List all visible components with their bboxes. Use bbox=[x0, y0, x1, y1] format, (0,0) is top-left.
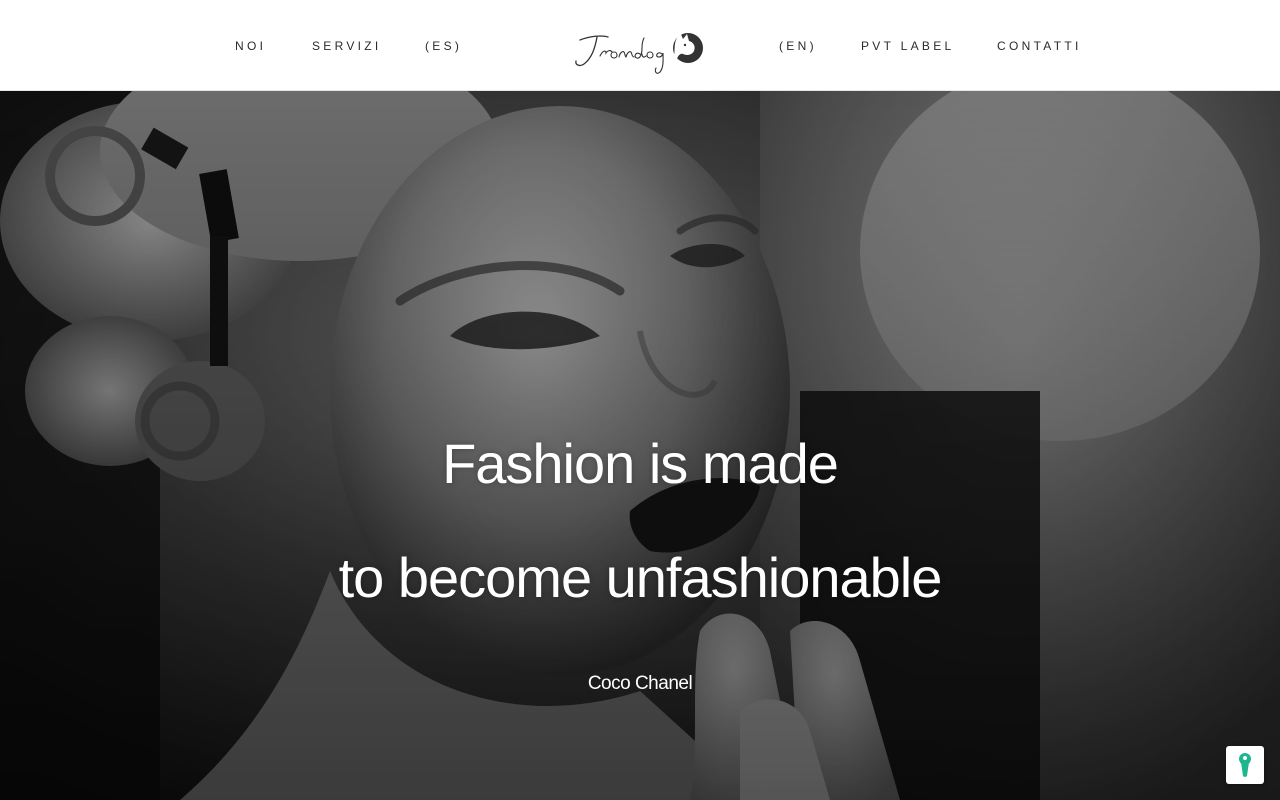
keyhole-icon bbox=[1239, 753, 1251, 777]
hero-quote-line-1: Fashion is made bbox=[442, 432, 839, 495]
nav-link-noi[interactable]: NOI bbox=[235, 39, 266, 53]
irondog-logo-icon bbox=[575, 32, 703, 74]
hero-quote-author: Coco Chanel bbox=[587, 673, 693, 694]
nav-link-contatti[interactable]: CONTATTI bbox=[997, 39, 1082, 53]
privacy-settings-button[interactable] bbox=[1226, 746, 1264, 784]
hero-section: Fashion is made to become unfashionable … bbox=[0, 91, 1280, 800]
site-header: NOI SERVIZI (ES) (EN) PVT LABEL CONTATTI bbox=[0, 0, 1280, 91]
nav-link-language-es[interactable]: (ES) bbox=[425, 39, 462, 53]
nav-link-pvt-label[interactable]: PVT LABEL bbox=[861, 39, 955, 53]
nav-link-servizi[interactable]: SERVIZI bbox=[312, 39, 382, 53]
hero-quote-line-2: to become unfashionable bbox=[338, 546, 943, 609]
nav-link-language-en[interactable]: (EN) bbox=[779, 39, 817, 53]
site-logo[interactable] bbox=[570, 26, 710, 82]
